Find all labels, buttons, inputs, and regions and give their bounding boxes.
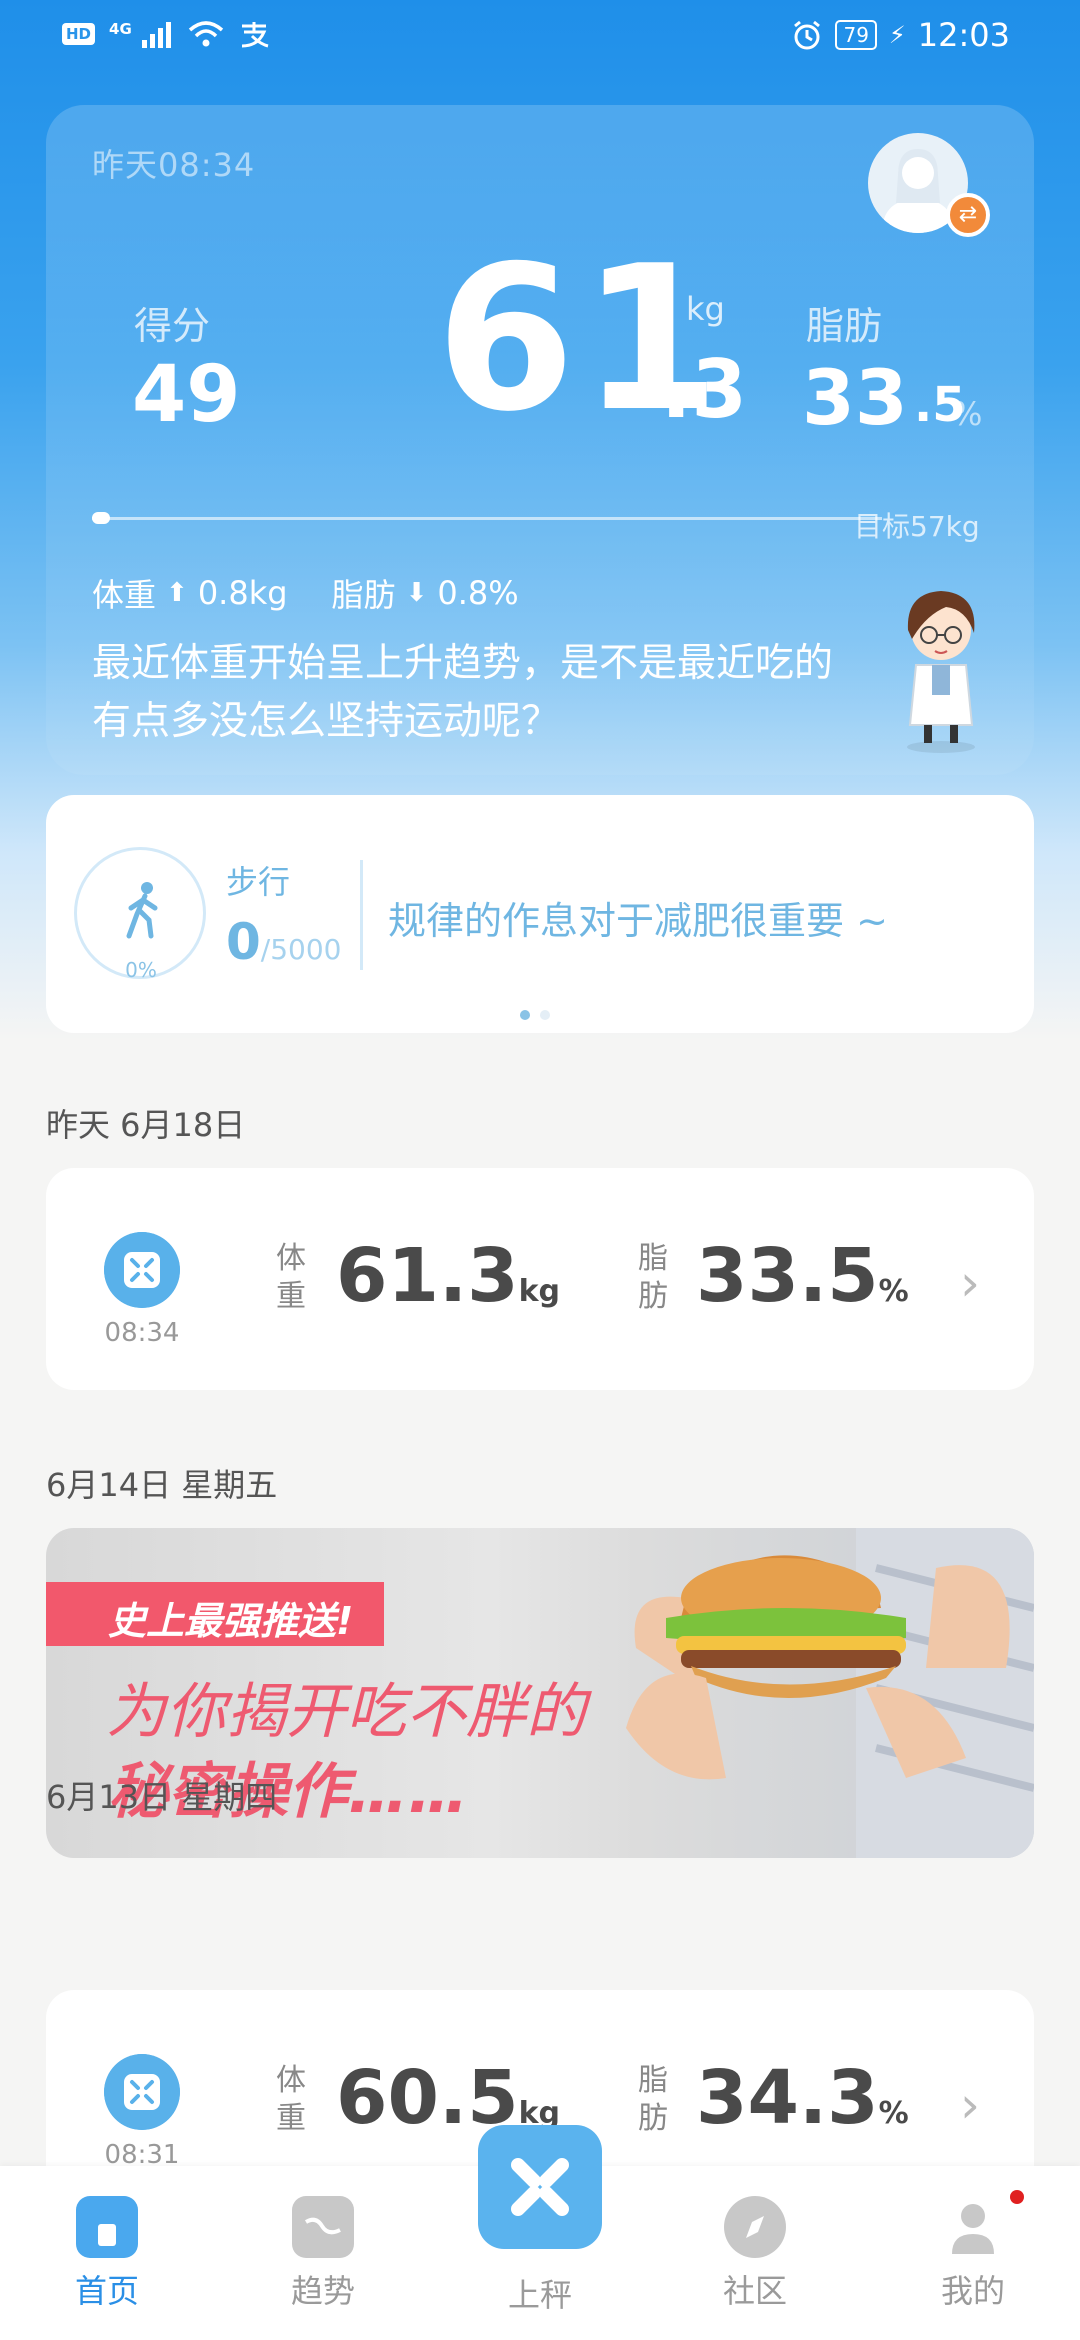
weight-change-value: 0.8kg: [197, 574, 288, 612]
steps-value: 0/5000: [226, 913, 342, 971]
carousel-dot-active: [520, 1010, 530, 1020]
weight-unit: kg: [686, 290, 725, 328]
change-summary: 体重 ⬆ 0.8kg 脂肪 ⬇ 0.8%: [92, 570, 519, 616]
signal-icon: [141, 22, 171, 48]
steps-progress-ring: 0%: [74, 847, 206, 982]
fat-value: 34.3%: [696, 2055, 909, 2141]
battery-indicator: 79: [835, 20, 877, 50]
weight-label: 体重: [276, 1241, 306, 1314]
goal-progress-knob: [92, 512, 110, 524]
compass-icon: [724, 2196, 786, 2258]
measured-time: 昨天08:34: [92, 146, 256, 184]
weight-unit: kg: [518, 1274, 561, 1309]
home-icon: [76, 2196, 138, 2258]
burger-image: [626, 1528, 1034, 1858]
divider: [360, 860, 363, 970]
fat-unit: %: [952, 395, 983, 433]
wifi-icon: [188, 21, 223, 47]
record-date: 昨天 6月18日: [46, 1106, 246, 1144]
health-tip: 规律的作息对于减肥很重要 ~: [388, 899, 888, 943]
nav-mine[interactable]: 我的: [918, 2196, 1028, 2312]
weigh-button[interactable]: [478, 2125, 602, 2249]
banner-date: 6月14日 星期五: [46, 1466, 278, 1504]
nav-community[interactable]: 社区: [700, 2196, 810, 2312]
weight-value: 61.3kg: [336, 1233, 561, 1319]
scale-icon: [104, 2054, 180, 2130]
profile-icon: [942, 2196, 1004, 2258]
advice-text: 最近体重开始呈上升趋势，是不是最近吃的有点多没怎么坚持运动呢？: [92, 641, 834, 744]
arrow-up-icon: ⬆: [166, 578, 188, 608]
chevron-right-icon[interactable]: ›: [960, 2076, 980, 2134]
record-date: 6月13日 星期四: [46, 1778, 278, 1816]
steps-percent: 0%: [125, 958, 157, 982]
fat-change-label: 脂肪: [331, 576, 396, 614]
nav-community-label: 社区: [722, 2272, 787, 2310]
fat-value: 33.5%: [696, 1233, 909, 1319]
walking-icon: [126, 882, 158, 939]
switch-user-icon[interactable]: ⇄: [946, 193, 990, 237]
goal-weight: 目标57kg: [854, 510, 980, 543]
fat-change-value: 0.8%: [437, 574, 519, 612]
weight-label: 体重: [276, 2063, 306, 2136]
charging-icon: ⚡: [888, 21, 906, 49]
measurement-record[interactable]: 08:34 体重 61.3kg 脂肪 33.5% ›: [46, 1168, 1034, 1390]
nav-trend-label: 趋势: [290, 2272, 355, 2310]
status-bar: HD 4G 79 ⚡ 12:03: [0, 0, 1080, 75]
fat-label: 脂肪: [806, 304, 883, 348]
alarm-icon: [794, 20, 821, 50]
record-time: 08:34: [104, 1318, 180, 1348]
nav-home-label: 首页: [74, 2272, 139, 2310]
nav-trend[interactable]: 趋势: [268, 2196, 378, 2312]
scale-cross-icon: [511, 2158, 569, 2216]
score-label: 得分: [134, 304, 211, 348]
steps-card[interactable]: 0% 步行 0/5000 规律的作息对于减肥很重要 ~: [46, 795, 1034, 1033]
banner-title-line1: 为你揭开吃不胖的: [106, 1677, 586, 1747]
clock: 12:03: [917, 16, 1010, 54]
score-value: 49: [132, 350, 241, 440]
fat-label: 脂肪: [638, 2063, 668, 2136]
weight-decimal: .3: [661, 343, 748, 436]
measurement-summary-card[interactable]: 昨天08:34 ⇄ 得分 49 61 kg .3 脂肪 33 .5 % 目标57…: [46, 105, 1034, 775]
nav-mine-label: 我的: [940, 2272, 1005, 2310]
carousel-dot: [540, 1010, 550, 1020]
scale-icon: [104, 1232, 180, 1308]
network-type: 4G: [109, 20, 132, 38]
notification-dot: [1010, 2190, 1024, 2204]
fat-label: 脂肪: [638, 1241, 668, 1314]
chevron-right-icon[interactable]: ›: [960, 1254, 980, 1312]
hd-badge: HD: [62, 23, 96, 45]
weight-change-label: 体重: [92, 576, 157, 614]
alipay-icon: [241, 22, 269, 48]
fat-unit: %: [878, 1274, 909, 1309]
trend-icon: [292, 2196, 354, 2258]
steps-label: 步行: [226, 863, 291, 901]
nav-weigh-label: 上秤: [507, 2276, 572, 2314]
steps-goal: /5000: [260, 933, 342, 966]
fat-integer: 33: [802, 353, 908, 442]
fat-unit: %: [878, 2096, 909, 2131]
banner-tag: 史上最强推送!: [108, 1599, 354, 1643]
arrow-down-icon: ⬇: [405, 578, 428, 608]
goal-progress-track: [92, 517, 882, 520]
nav-home[interactable]: 首页: [52, 2196, 162, 2312]
doctor-mascot-icon[interactable]: [886, 575, 996, 755]
carousel-indicator: [520, 1010, 550, 1020]
